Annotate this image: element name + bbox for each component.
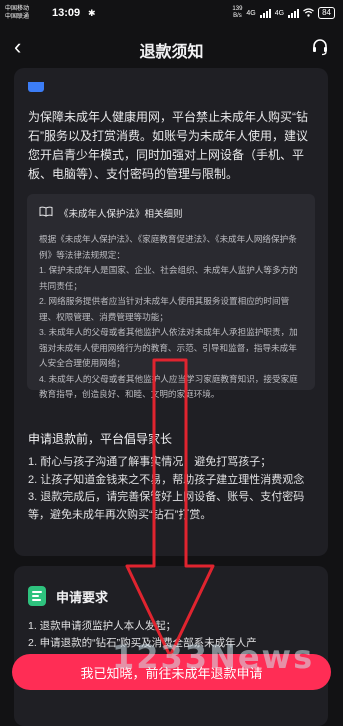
data-rate-unit: B/s [233, 13, 242, 19]
list-item: 3. 退款完成后，请完善保管好上网设备、账号、支付密码等，避免未成年再次购买“钻… [28, 491, 305, 521]
wifi-icon [303, 7, 314, 19]
parent-section-title: 申请退款前，平台倡导家长 [28, 432, 173, 446]
carrier-1: 中国移动 [5, 6, 30, 12]
notice-card: 为保障未成年人健康用网，平台禁止未成年人购买“钻石”服务以及打赏消费。如账号为未… [14, 68, 328, 556]
parent-section-list: 1. 耐心与孩子沟通了解事实情况，避免打骂孩子； 2. 让孩子知道金钱来之不易，… [28, 454, 318, 524]
list-item: 1. 耐心与孩子沟通了解事实情况，避免打骂孩子； [28, 456, 272, 468]
list-item: 2. 让孩子知道金钱来之不易，帮助孩子建立理性消费观念 [28, 473, 305, 486]
requirements-title: 申请要求 [56, 590, 109, 605]
law-box-title: 《未成年人保护法》相关细则 [59, 209, 183, 220]
carrier-info: 中国移动 中国联通 [5, 5, 29, 21]
status-right: 139 B/s 4G 4G 84 [232, 6, 335, 20]
page-title: 退款须知 [139, 44, 204, 61]
law-paragraph: 3. 未成年人的父母或者其他监护人依法对未成年人承担监护职责，加强对未成年人使用… [39, 327, 298, 368]
data-rate: 139 B/s [232, 6, 242, 20]
card-header-icon [28, 82, 44, 92]
law-box-header: 《未成年人保护法》相关细则 [39, 206, 183, 220]
book-icon [39, 206, 53, 220]
network-label-1: 4G [246, 9, 256, 17]
law-box: 《未成年人保护法》相关细则 根据《未成年人保护法》、《家庭教育促进法》、《未成年… [27, 194, 315, 399]
list-item: 1. 退款申请须监护人本人发起； [28, 620, 177, 632]
law-paragraph: 根据《未成年人保护法》、《家庭教育促进法》、《未成年人网络保护条例》等法律法规规… [39, 234, 297, 260]
law-paragraph: 2. 网络服务提供者应当针对未成年人使用其服务设置相应的时间管理、权限管理、消费… [39, 296, 290, 322]
law-paragraph: 1. 保护未成年人是国家、企业、社会组织、未成年人监护人等多方的共同责任； [39, 265, 298, 291]
signal-icon-1 [259, 8, 271, 18]
nav-bar: ‹ 退款须知 [0, 26, 343, 68]
bluetooth-icon: ✱ [88, 8, 96, 18]
intro-text: 为保障未成年人健康用网，平台禁止未成年人购买“钻石”服务以及打赏消费。如账号为未… [28, 110, 308, 181]
data-rate-value: 139 [232, 6, 243, 12]
battery-indicator: 84 [318, 7, 335, 19]
law-paragraph: 4. 未成年人的父母或者其他监护人应当学习家庭教育知识，接受家庭教育指导，创造良… [39, 373, 298, 400]
clock: 13:09 [52, 7, 81, 19]
network-label-2: 4G [274, 9, 285, 17]
law-box-body: 根据《未成年人保护法》、《家庭教育促进法》、《未成年人网络保护条例》等法律法规规… [39, 232, 305, 403]
requirements-list: 1. 退款申请须监护人本人发起； 2. 申请退款的“钻石”购买及消费全部系未成年… [28, 618, 318, 652]
headset-icon[interactable] [311, 38, 329, 61]
signal-icon-2 [288, 8, 300, 18]
confirm-refund-button[interactable]: 我已知晓，前往未成年退款申请 [12, 654, 331, 690]
list-item: 2. 申请退款的“钻石”购买及消费全部系未成年人产 [28, 637, 257, 649]
requirements-card: 申请要求 1. 退款申请须监护人本人发起； 2. 申请退款的“钻石”购买及消费全… [14, 566, 328, 726]
status-bar: 中国移动 中国联通 13:09 ✱ 139 B/s 4G 4G 84 [0, 0, 343, 26]
document-icon [28, 586, 46, 606]
carrier-2: 中国联通 [5, 14, 30, 20]
